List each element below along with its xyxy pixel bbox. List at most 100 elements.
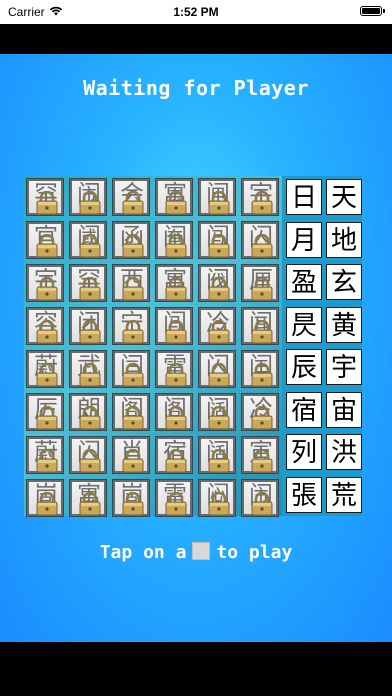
padlock-icon — [122, 448, 144, 473]
padlock-icon — [208, 405, 230, 430]
locked-tile[interactable]: 罕 — [69, 264, 107, 302]
padlock-icon — [122, 276, 144, 301]
locked-tile[interactable]: 函 — [112, 221, 150, 259]
padlock-icon — [165, 276, 187, 301]
locked-tile[interactable]: 阁 — [112, 393, 150, 431]
answer-column-right: 天地玄黄宇宙洪荒 — [326, 176, 364, 516]
locked-tile[interactable]: 阔 — [198, 393, 236, 431]
locked-tile[interactable]: 闯 — [155, 307, 193, 345]
padlock-icon — [208, 190, 230, 215]
locked-tile[interactable]: 闪 — [198, 350, 236, 388]
locked-tile[interactable]: 寅 — [241, 436, 279, 474]
padlock-icon — [208, 233, 230, 258]
locked-tile[interactable]: 肖 — [112, 436, 150, 474]
padlock-icon — [122, 233, 144, 258]
locked-tile[interactable]: 寓 — [155, 178, 193, 216]
locked-tile[interactable]: 冷 — [241, 393, 279, 431]
answer-tile: 宙 — [326, 391, 362, 428]
locked-tile[interactable]: 闷 — [198, 479, 236, 517]
locked-tile[interactable]: 崮 — [26, 479, 64, 517]
padlock-icon — [251, 233, 273, 258]
locked-tile[interactable]: 宇 — [26, 264, 64, 302]
locked-tile[interactable]: 宇 — [241, 178, 279, 216]
padlock-icon — [165, 362, 187, 387]
answer-tile: 天 — [326, 179, 362, 215]
locked-tile[interactable]: 朗 — [69, 393, 107, 431]
locked-tile[interactable]: 厘 — [241, 264, 279, 302]
padlock-icon — [122, 362, 144, 387]
locked-tile[interactable]: 雷 — [155, 479, 193, 517]
locked-tile[interactable]: 冷 — [198, 307, 236, 345]
padlock-icon — [165, 190, 187, 215]
locked-tile[interactable]: 闭 — [69, 307, 107, 345]
locked-tile[interactable]: 西 — [112, 264, 150, 302]
locked-tile[interactable]: 武 — [69, 350, 107, 388]
padlock-icon — [36, 405, 58, 430]
locked-tile[interactable]: 闹 — [69, 178, 107, 216]
locked-tile[interactable]: 闯 — [198, 221, 236, 259]
status-bar: Carrier 1:52 PM — [0, 0, 392, 24]
answer-tile: 辰 — [286, 349, 322, 385]
locked-tile[interactable]: 阀 — [198, 264, 236, 302]
padlock-icon — [79, 448, 101, 473]
padlock-icon — [36, 448, 58, 473]
locked-tile[interactable]: 闻 — [241, 307, 279, 345]
locked-tile[interactable]: 容 — [26, 307, 64, 345]
locked-tile[interactable]: 雷 — [155, 350, 193, 388]
locked-tile[interactable]: 厉 — [26, 393, 64, 431]
padlock-icon — [165, 448, 187, 473]
locked-tile[interactable]: 阔 — [198, 436, 236, 474]
locked-tile[interactable]: 闪 — [241, 221, 279, 259]
padlock-icon — [208, 491, 230, 516]
locked-tile[interactable]: 阈 — [69, 221, 107, 259]
locked-tile[interactable]: 官 — [26, 221, 64, 259]
locked-tile[interactable]: 闸 — [198, 178, 236, 216]
padlock-icon — [251, 405, 273, 430]
locked-tile[interactable]: 宿 — [155, 436, 193, 474]
padlock-icon — [122, 190, 144, 215]
padlock-icon — [251, 491, 273, 516]
locked-tile[interactable]: 会 — [112, 178, 150, 216]
locked-tile[interactable]: 闰 — [241, 350, 279, 388]
locked-tile[interactable]: 阉 — [155, 221, 193, 259]
padlock-icon — [122, 405, 144, 430]
answer-tile: 玄 — [326, 264, 362, 300]
locked-tile[interactable]: 蔚 — [26, 436, 64, 474]
padlock-icon — [79, 190, 101, 215]
locked-tile[interactable]: 罕 — [26, 178, 64, 216]
tap-suffix: to play — [216, 542, 293, 563]
padlock-icon — [36, 233, 58, 258]
answer-tile: 宿 — [286, 391, 322, 428]
blank-tile-icon[interactable] — [192, 542, 211, 560]
padlock-icon — [165, 405, 187, 430]
locked-tile[interactable]: 寓 — [69, 479, 107, 517]
answer-tile: 月 — [286, 221, 322, 258]
padlock-icon — [251, 276, 273, 301]
padlock-icon — [79, 362, 101, 387]
answer-tile: 日 — [286, 179, 322, 215]
padlock-icon — [36, 276, 58, 301]
locked-tile[interactable]: 寓 — [155, 264, 193, 302]
locked-tile[interactable]: 崮 — [112, 479, 150, 517]
game-board: 罕闹会寓闸宇官阈函阉闯闪宇罕西寓阀厘容闭宁闯冷闻蔚武闫雷闪闰厉朗阁阁阔冷蔚闪肖宿… — [24, 176, 364, 517]
padlock-icon — [79, 233, 101, 258]
answer-tile: 黄 — [326, 306, 362, 343]
padlock-icon — [165, 319, 187, 344]
locked-tile[interactable]: 蔚 — [26, 350, 64, 388]
locked-tile[interactable]: 阁 — [155, 393, 193, 431]
locked-tile[interactable]: 闫 — [112, 350, 150, 388]
locked-tile[interactable]: 闪 — [69, 436, 107, 474]
locked-tile[interactable]: 宁 — [112, 307, 150, 345]
padlock-icon — [251, 319, 273, 344]
answer-tile: 昃 — [286, 306, 322, 343]
padlock-icon — [79, 276, 101, 301]
top-spacer — [0, 24, 392, 54]
answer-tile: 張 — [286, 476, 322, 513]
padlock-icon — [251, 190, 273, 215]
padlock-icon — [208, 362, 230, 387]
padlock-icon — [251, 362, 273, 387]
locked-tile[interactable]: 闹 — [241, 479, 279, 517]
tap-instruction: Tap on a to play — [0, 542, 392, 563]
padlock-icon — [36, 491, 58, 516]
padlock-icon — [165, 233, 187, 258]
